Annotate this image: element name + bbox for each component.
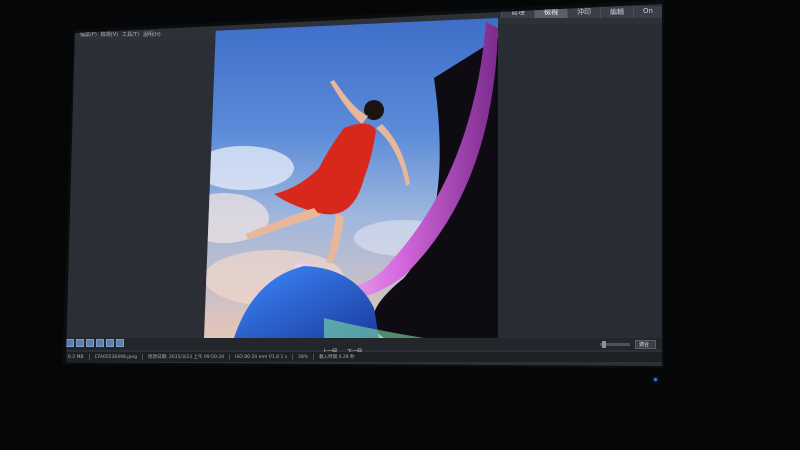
photo-illustration: [204, 22, 498, 338]
status-load-time: 載入時間 0.28 秒: [319, 355, 355, 360]
status-zoom: 28%: [298, 354, 309, 360]
menu-tools[interactable]: 工具(T): [122, 31, 139, 38]
bottom-toolbar: 上一個 下一個 適合: [66, 338, 662, 355]
viewer-window: 管理 檢視 沖印 編輯 On 檔案(F) 檢視(V) 工具(T) 說明(H) 適…: [66, 4, 662, 366]
zoom-slider-thumb[interactable]: [602, 341, 606, 348]
status-divider: [88, 354, 90, 360]
right-workspace: [498, 24, 662, 338]
viewed-photo[interactable]: [204, 18, 498, 338]
status-divider: [142, 354, 144, 360]
status-bar: 6.2 MB CFA05536498.jpeg 修改日期: 2015/3/23 …: [66, 352, 662, 362]
grid-view-icon[interactable]: [66, 339, 74, 347]
status-modified-date: 修改日期: 2015/3/23 上午 09:50:34: [148, 355, 225, 360]
zoom-dropdown[interactable]: 適合: [634, 340, 656, 349]
tool-icons: [66, 339, 124, 347]
edit-icon[interactable]: [106, 339, 114, 347]
status-divider: [313, 354, 315, 360]
left-workspace: [66, 42, 216, 338]
status-exposure: ISO 80 24 mm f/1.8 1 s: [235, 354, 288, 360]
rotate-right-icon[interactable]: [86, 339, 94, 347]
status-divider: [292, 354, 294, 360]
power-led-icon: [654, 378, 657, 381]
zoom-slider[interactable]: [600, 341, 630, 348]
status-file-name: CFA05536498.jpeg: [94, 354, 138, 360]
rotate-left-icon[interactable]: [76, 339, 84, 347]
tab-online[interactable]: On: [633, 6, 662, 18]
crop-icon[interactable]: [96, 339, 104, 347]
menu-help[interactable]: 說明(H): [143, 31, 161, 38]
delete-icon[interactable]: [116, 339, 124, 347]
status-file-size: 6.2 MB: [68, 354, 84, 360]
status-divider: [229, 354, 231, 360]
menu-view[interactable]: 檢視(V): [101, 31, 118, 38]
tab-edit[interactable]: 編輯: [600, 6, 634, 18]
